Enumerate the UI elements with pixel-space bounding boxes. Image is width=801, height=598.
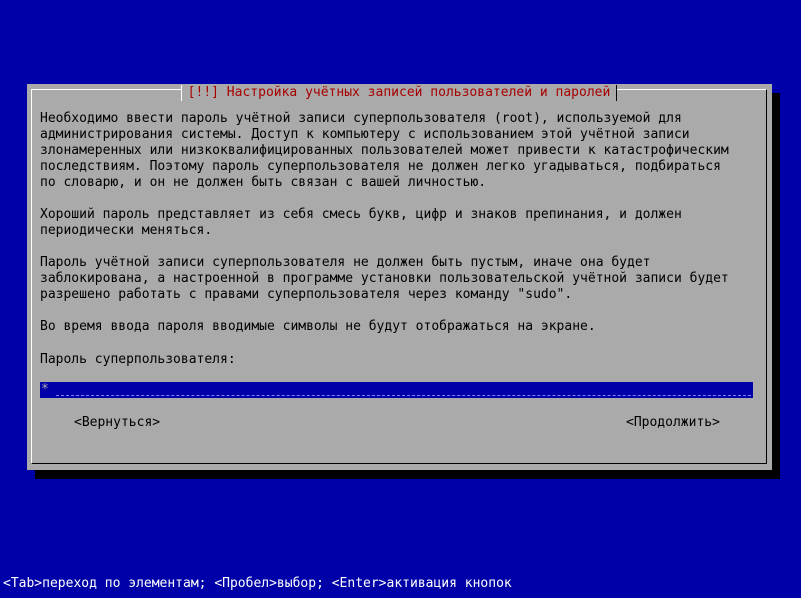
paragraph-hidden-input: Во время ввода пароля вводимые символы н… — [40, 319, 596, 334]
input-underline — [56, 395, 751, 396]
dialog-title-bar: [!!] Настройка учётных записей пользоват… — [32, 85, 766, 101]
continue-button[interactable]: <Продолжить> — [626, 415, 720, 431]
status-bar-hint: <Tab>переход по элементам; <Пробел>выбор… — [3, 576, 512, 591]
paragraph-root-password-intro: Необходимо ввести пароль учётной записи … — [40, 111, 729, 190]
paragraph-empty-password: Пароль учётной записи суперпользователя … — [40, 255, 729, 302]
password-input[interactable]: * — [40, 382, 753, 398]
dialog-window: [!!] Настройка учётных записей пользоват… — [27, 84, 772, 470]
password-input-value: * — [41, 382, 49, 397]
password-prompt-label: Пароль суперпользователя: — [40, 352, 236, 367]
dialog-title: [!!] Настройка учётных записей пользоват… — [180, 85, 618, 101]
dialog-content: Необходимо ввести пароль учётной записи … — [40, 111, 750, 351]
installer-screen: [!!] Настройка учётных записей пользоват… — [0, 0, 801, 598]
back-button[interactable]: <Вернуться> — [74, 415, 160, 431]
paragraph-good-password: Хороший пароль представляет из себя смес… — [40, 207, 682, 238]
